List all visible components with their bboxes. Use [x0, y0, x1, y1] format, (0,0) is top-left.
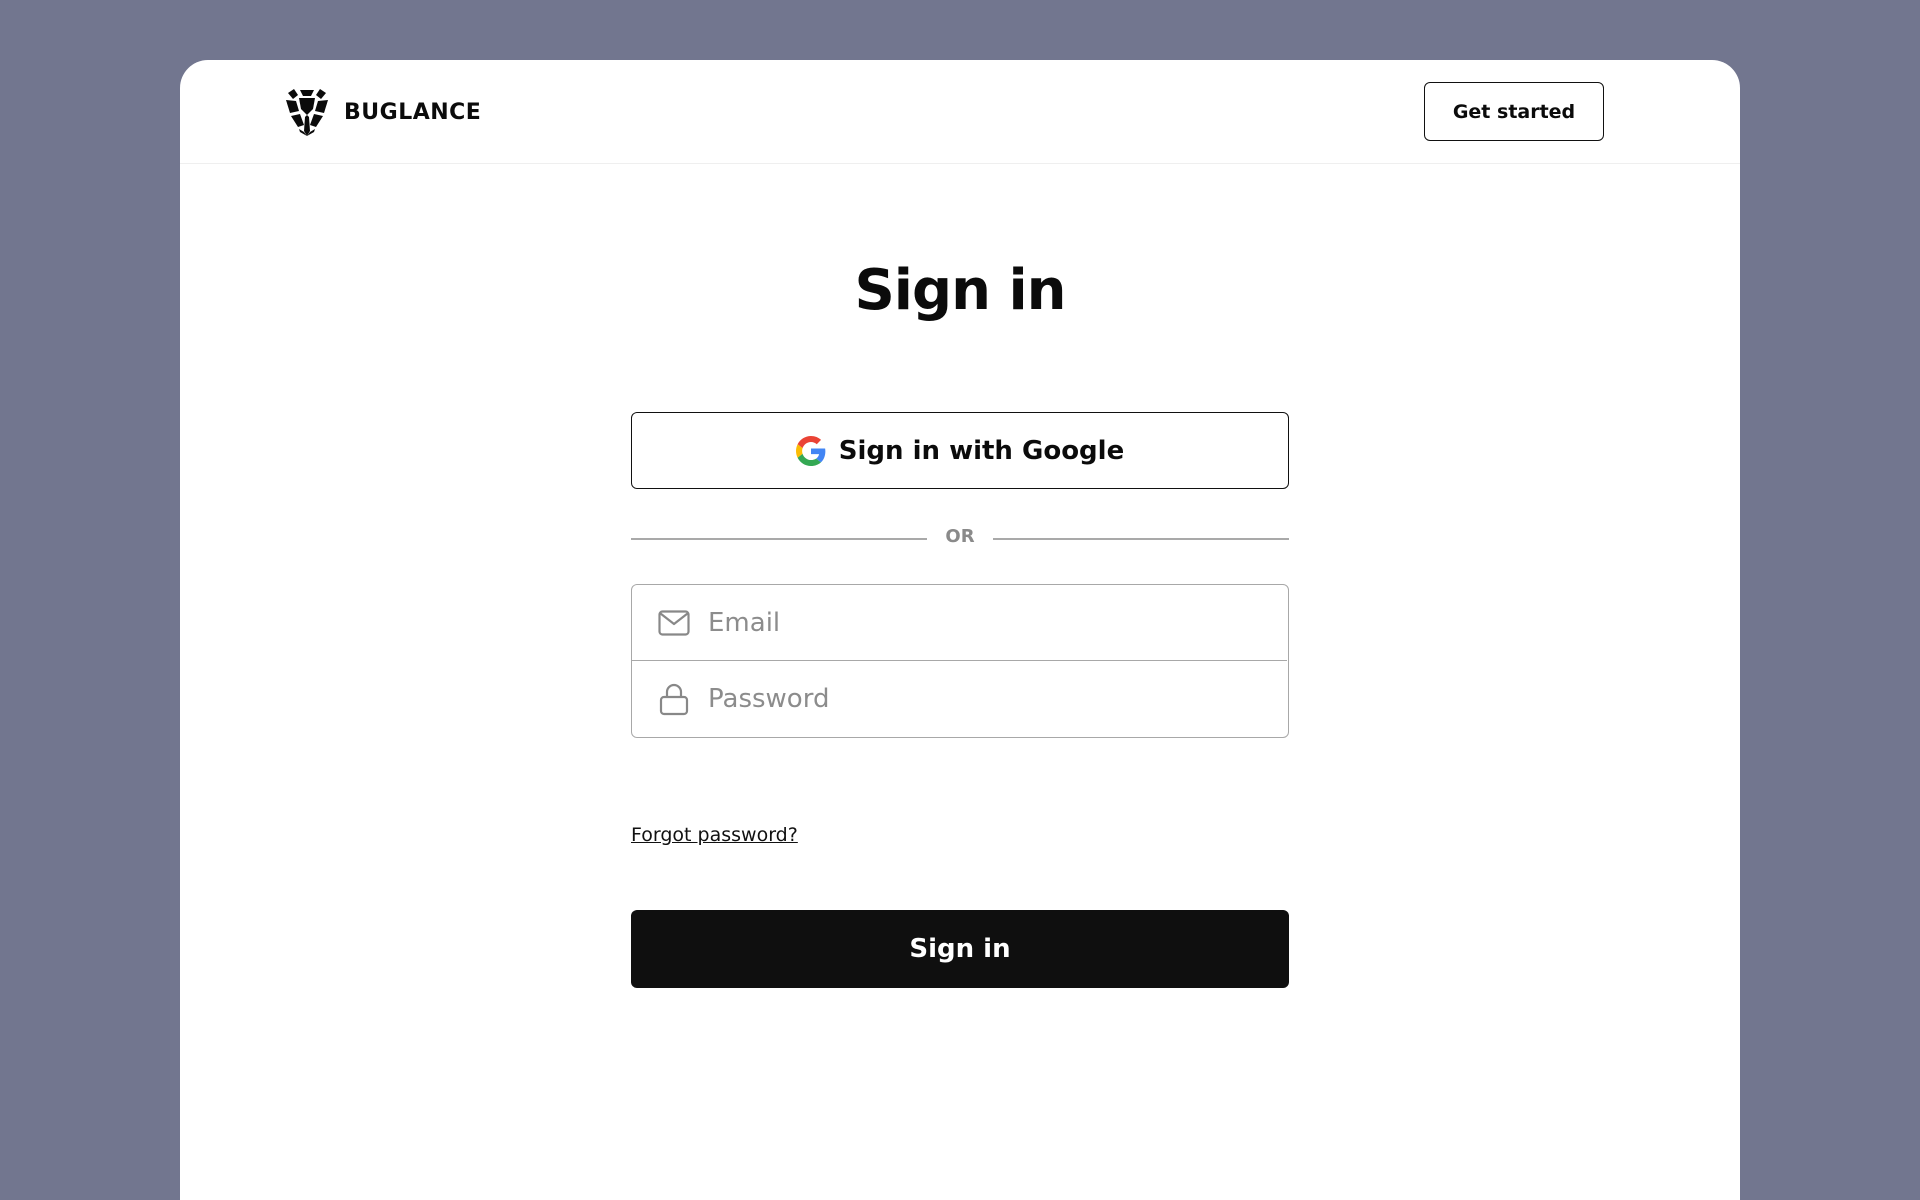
mail-icon [656, 605, 692, 641]
or-divider: OR [631, 524, 1289, 554]
divider-line-left [631, 538, 927, 540]
email-field-row [632, 585, 1287, 661]
password-field-row [632, 661, 1287, 737]
lock-icon [656, 681, 692, 717]
divider-label: OR [945, 526, 975, 547]
password-input[interactable] [708, 674, 1248, 724]
google-sign-in-button[interactable]: Sign in with Google [631, 412, 1289, 489]
main-card: BUGLANCE Get started Sign in Sign in wit… [180, 60, 1740, 1200]
page-title: Sign in [854, 258, 1066, 323]
brand[interactable]: BUGLANCE [284, 87, 481, 137]
google-sign-in-label: Sign in with Google [838, 435, 1125, 466]
brand-name: BUGLANCE [344, 99, 482, 125]
credential-fields [631, 584, 1289, 738]
email-input[interactable] [708, 597, 1248, 648]
sign-in-button[interactable]: Sign in [631, 910, 1289, 988]
header: BUGLANCE Get started [180, 60, 1740, 164]
forgot-password-link[interactable]: Forgot password? [631, 824, 798, 846]
shield-bug-logo-icon [284, 87, 330, 137]
divider-line-right [993, 538, 1289, 540]
google-icon [795, 435, 839, 466]
get-started-button[interactable]: Get started [1424, 82, 1604, 141]
